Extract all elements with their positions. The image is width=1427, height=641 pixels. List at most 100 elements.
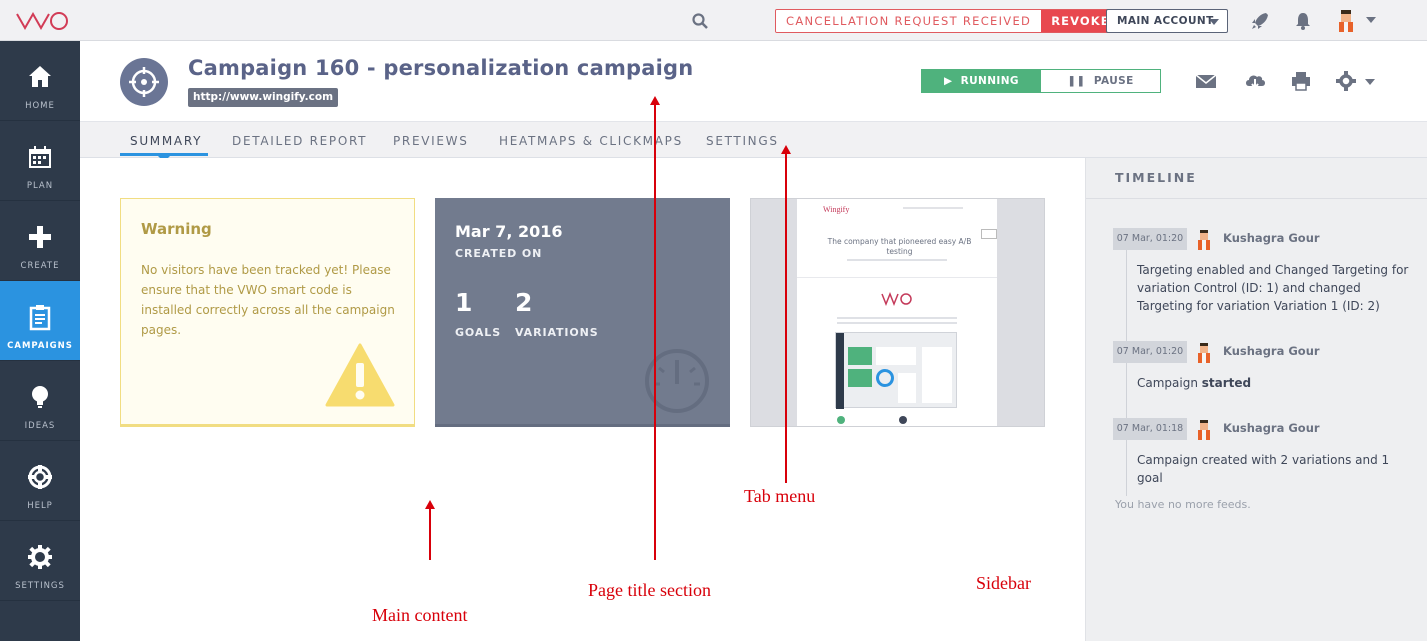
preview-hero-band (797, 277, 997, 278)
gear-icon[interactable] (1335, 70, 1357, 92)
arrow-line-main (429, 508, 431, 560)
warning-triangle-icon (325, 343, 395, 407)
created-on-label: CREATED ON (455, 247, 543, 260)
timeline-user[interactable]: Kushagra Gour (1223, 344, 1320, 358)
arrow-line-tabs (785, 153, 787, 483)
warning-text: No visitors have been tracked yet! Pleas… (141, 263, 395, 337)
print-icon[interactable] (1290, 70, 1312, 92)
lifebuoy-icon (28, 465, 52, 489)
tab-settings[interactable]: SETTINGS (706, 134, 779, 148)
app-root: CANCELLATION REQUEST RECEIVED REVOKE MAI… (0, 0, 1427, 641)
preview-headline: The company that pioneered easy A/B test… (827, 237, 972, 256)
running-label: RUNNING (960, 75, 1019, 87)
preview-vwo-logo (881, 292, 912, 306)
avatar (1198, 420, 1210, 440)
search-icon[interactable] (691, 12, 709, 30)
nav-label: PLAN (26, 181, 54, 191)
target-icon (129, 67, 159, 97)
timeline-text: Targeting enabled and Changed Targeting … (1137, 263, 1409, 313)
run-pause-toggle: ▶ RUNNING ❚❚ PAUSE (921, 69, 1161, 93)
nav-label: CREATE (20, 261, 60, 271)
cloud-download-icon[interactable] (1244, 70, 1266, 92)
annotation-page-title-section: Page title section (588, 580, 711, 600)
nav-item-home[interactable]: HOME (0, 41, 80, 121)
home-icon (29, 66, 51, 87)
bulb-icon (32, 386, 48, 408)
top-bar: CANCELLATION REQUEST RECEIVED REVOKE MAI… (0, 0, 1427, 41)
variations-count: 2 (515, 288, 533, 317)
main-content: Warning No visitors have been tracked ye… (80, 158, 1085, 641)
timeline-divider (1086, 198, 1427, 199)
page-title: Campaign 160 - personalization campaign (188, 56, 694, 80)
timeline-text: Campaign created with 2 variations and 1… (1137, 453, 1390, 485)
tab-detailed-report[interactable]: DETAILED REPORT (232, 134, 367, 148)
pause-button[interactable]: ❚❚ PAUSE (1041, 70, 1160, 92)
timeline-user[interactable]: Kushagra Gour (1223, 421, 1320, 435)
nav-label: IDEAS (24, 421, 56, 431)
rocket-icon[interactable] (1249, 10, 1271, 32)
preview-nav (903, 207, 963, 209)
timeline-entry: 07 Mar, 01:20 Kushagra Gour Campaign sta… (1113, 341, 1418, 401)
warning-card: Warning No visitors have been tracked ye… (120, 198, 415, 427)
preview-dashboard (835, 332, 957, 409)
warning-title: Warning (141, 220, 212, 238)
account-dropdown[interactable]: MAIN ACCOUNT (1106, 9, 1228, 33)
arrow-line-title (654, 104, 656, 560)
cancellation-banner: CANCELLATION REQUEST RECEIVED REVOKE (775, 9, 1121, 33)
timeline-entry: 07 Mar, 01:18 Kushagra Gour Campaign cre… (1113, 418, 1418, 485)
created-date: Mar 7, 2016 (455, 222, 563, 241)
tab-previews[interactable]: PREVIEWS (393, 134, 469, 148)
pause-icon: ❚❚ (1067, 75, 1094, 87)
gear-icon (28, 545, 52, 569)
page-title-section: Campaign 160 - personalization campaign … (80, 41, 1427, 121)
timeline-time: 07 Mar, 01:20 (1113, 228, 1187, 250)
calendar-icon (29, 146, 51, 168)
avatar (1198, 343, 1210, 363)
cancellation-message: CANCELLATION REQUEST RECEIVED (776, 10, 1042, 32)
tab-summary[interactable]: SUMMARY (130, 134, 202, 148)
nav-item-create[interactable]: CREATE (0, 201, 80, 281)
timeline-time: 07 Mar, 01:18 (1113, 418, 1187, 440)
no-more-feeds: You have no more feeds. (1115, 498, 1251, 511)
preview-brand: Wingify (823, 205, 850, 214)
pause-label: PAUSE (1093, 75, 1134, 87)
clipboard-icon (29, 305, 51, 331)
nav-item-settings[interactable]: SETTINGS (0, 521, 80, 601)
vwo-logo[interactable] (15, 10, 69, 32)
preview-footer-dot-1 (837, 416, 845, 424)
nav-item-ideas[interactable]: IDEAS (0, 361, 80, 441)
chevron-down-icon (1209, 19, 1219, 25)
annotation-tab-menu: Tab menu (744, 486, 816, 506)
running-button[interactable]: ▶ RUNNING (922, 70, 1041, 92)
bell-icon[interactable] (1292, 10, 1314, 32)
nav-label: HOME (25, 101, 55, 111)
timeline-sidebar: TIMELINE 07 Mar, 01:20 Kushagra Gour Tar… (1085, 158, 1427, 641)
mail-icon[interactable] (1195, 70, 1217, 92)
tab-menu: SUMMARY DETAILED REPORT PREVIEWS HEATMAP… (80, 121, 1427, 162)
campaign-url[interactable]: http://www.wingify.com (188, 88, 339, 107)
play-icon: ▶ (944, 75, 961, 87)
plus-icon (29, 226, 51, 248)
timeline-text-plain: Campaign (1137, 376, 1202, 390)
nav-label: HELP (27, 501, 53, 511)
gauge-icon (645, 349, 709, 413)
nav-item-campaigns[interactable]: CAMPAIGNS (0, 281, 80, 361)
goals-label: GOALS (455, 326, 502, 339)
annotation-sidebar: Sidebar (976, 573, 1031, 593)
preview-thumbnail: Wingify The company that pioneered easy … (797, 199, 997, 426)
nav-item-plan[interactable]: PLAN (0, 121, 80, 201)
chevron-down-icon[interactable] (1365, 79, 1375, 85)
avatar (1198, 230, 1210, 250)
preview-footer-dot-2 (899, 416, 907, 424)
nav-item-help[interactable]: HELP (0, 441, 80, 521)
preview-nav-button (981, 229, 997, 239)
timeline-user[interactable]: Kushagra Gour (1223, 231, 1320, 245)
account-label: MAIN ACCOUNT (1117, 15, 1214, 27)
preview-card[interactable]: Wingify The company that pioneered easy … (750, 198, 1045, 427)
avatar[interactable] (1334, 8, 1358, 34)
campaign-avatar (120, 58, 168, 106)
chevron-down-icon[interactable] (1366, 17, 1376, 23)
timeline-text: Campaign started (1137, 374, 1412, 392)
nav-label: CAMPAIGNS (7, 341, 73, 351)
variations-label: VARIATIONS (515, 326, 599, 339)
